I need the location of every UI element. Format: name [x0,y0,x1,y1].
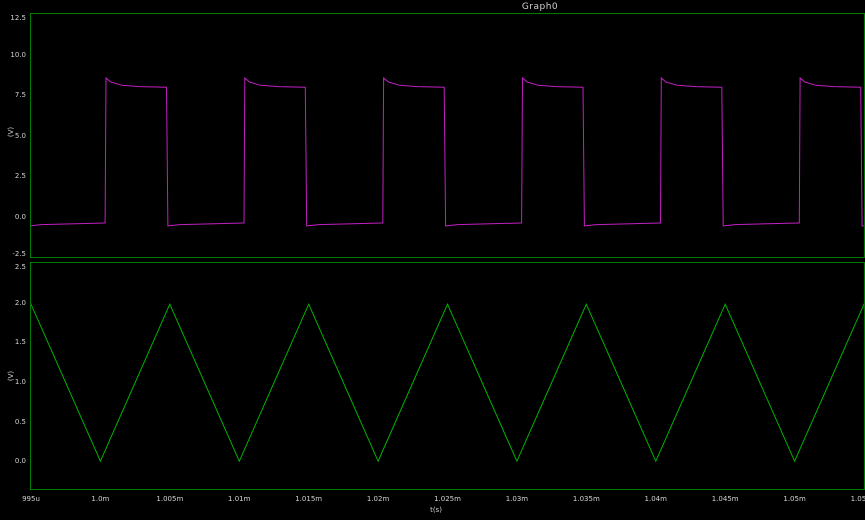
triangle-wave-trace [31,304,864,461]
x-tick-label: 1.02m [367,495,389,503]
y-tick-label: -2.5 [0,250,26,258]
x-tick-label: 1.055m [851,495,865,503]
square-wave-output-trace [31,78,864,226]
top-waveform-panel[interactable] [30,13,865,258]
x-tick-label: 1.045m [712,495,739,503]
x-tick-label: 1.01m [228,495,250,503]
y-tick-label: 0.5 [0,418,26,426]
x-axis-label: t(s) [430,506,442,514]
x-tick-label: 1.035m [573,495,600,503]
y-tick-label: 7.5 [0,91,26,99]
x-tick-label: 1.03m [506,495,528,503]
y-tick-label: 2.5 [0,172,26,180]
x-tick-label: 995u [22,495,40,503]
graph-title: Graph0 [522,2,558,12]
y-tick-label: 1.5 [0,338,26,346]
x-tick-label: 1.04m [645,495,667,503]
y-tick-label: 2.0 [0,299,26,307]
graph-window: Graph0 (V) (V) 12.510.07.55.02.50.0-2.5 … [0,0,865,520]
y-tick-label: 12.5 [0,14,26,22]
y-tick-label: 0.0 [0,213,26,221]
top-y-axis-label: (V) [7,127,15,137]
x-tick-label: 1.0m [91,495,109,503]
bottom-y-axis-label: (V) [7,371,15,381]
y-tick-label: 10.0 [0,51,26,59]
x-tick-label: 1.05m [783,495,805,503]
square-wave-plot [31,14,864,257]
x-tick-label: 1.025m [434,495,461,503]
y-tick-label: 2.5 [0,263,26,271]
triangle-wave-plot [31,263,864,489]
y-tick-label: 0.0 [0,457,26,465]
x-tick-label: 1.005m [156,495,183,503]
x-tick-label: 1.015m [295,495,322,503]
bottom-waveform-panel[interactable] [30,262,865,490]
